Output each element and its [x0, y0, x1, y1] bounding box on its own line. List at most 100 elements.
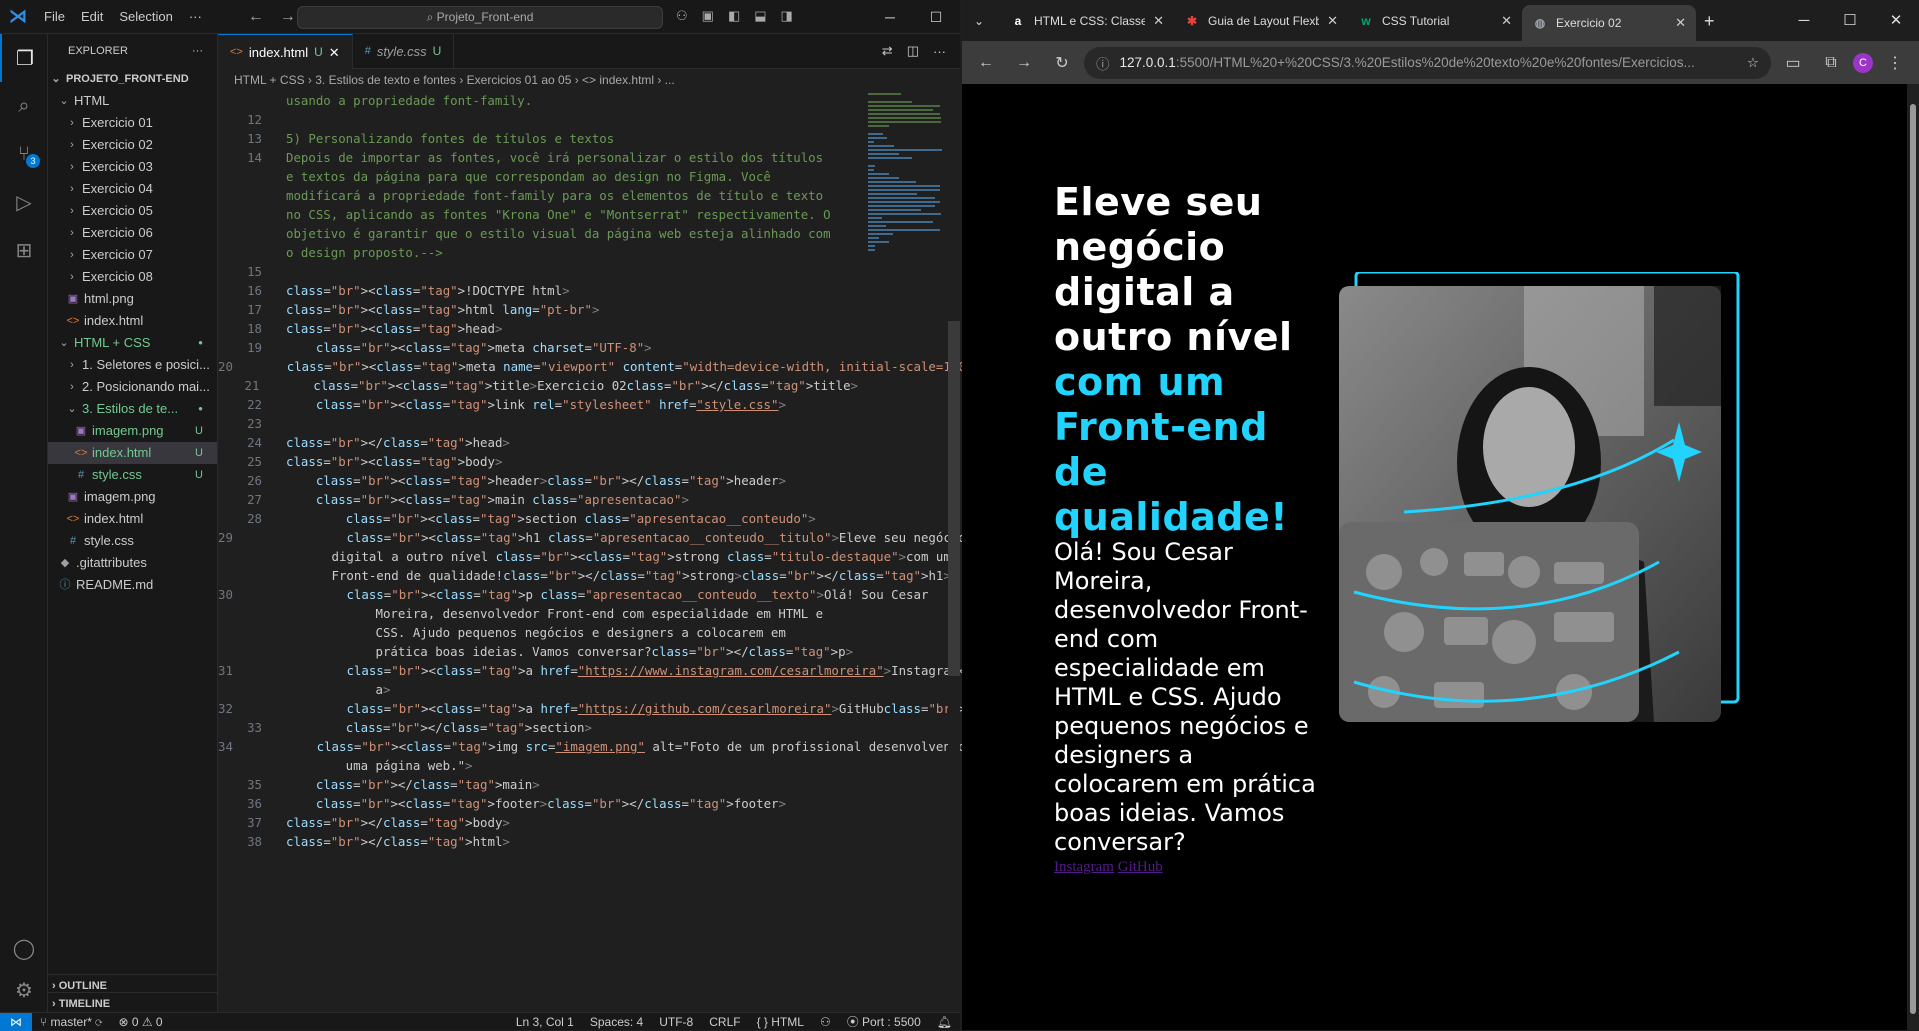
code-line[interactable]: 36 class="br"><class="tag">footer>class=…: [218, 794, 858, 813]
cursor-position[interactable]: Ln 3, Col 1: [508, 1015, 582, 1029]
minimize-icon[interactable]: ─: [867, 0, 913, 34]
code-line[interactable]: no CSS, aplicando as fontes "Krona One" …: [218, 205, 858, 224]
code-line[interactable]: o design proposto.-->: [218, 243, 858, 262]
tab-close-icon[interactable]: ✕: [1501, 13, 1512, 29]
open-changes-icon[interactable]: ⇄: [882, 43, 893, 59]
split-editor-icon[interactable]: ◫: [907, 43, 919, 59]
code-line[interactable]: 31 class="br"><class="tag">a href="https…: [218, 661, 973, 680]
code-line[interactable]: digital a outro nível class="br"><class=…: [218, 547, 951, 566]
tab-close-icon[interactable]: ✕: [1153, 13, 1164, 29]
code-line[interactable]: 16 class="br"><class="tag">!DOCTYPE html>: [218, 281, 858, 300]
browser-tab[interactable]: w CSS Tutorial ✕: [1348, 5, 1522, 37]
tree-item[interactable]: › Exercicio 08: [48, 266, 217, 288]
copilot-icon[interactable]: ⚇: [676, 8, 688, 24]
code-line[interactable]: 26 class="br"><class="tag">header>class=…: [218, 471, 858, 490]
code-line[interactable]: Front-end de qualidade!class="br"></clas…: [218, 566, 951, 585]
code-line[interactable]: 23: [218, 414, 858, 433]
code-line[interactable]: 17 class="br"><class="tag">html lang="pt-…: [218, 300, 858, 319]
browser-maximize-icon[interactable]: ☐: [1827, 0, 1873, 41]
code-line[interactable]: 13 5) Personalizando fontes de títulos e …: [218, 129, 858, 148]
code-line[interactable]: 20 class="br"><class="tag">meta name="vi…: [218, 357, 981, 376]
tree-item[interactable]: ▣ imagem.png: [48, 486, 217, 508]
tree-item[interactable]: ⌄ HTML + CSS ●: [48, 332, 217, 354]
eol-status[interactable]: CRLF: [701, 1015, 748, 1029]
code-line[interactable]: 33 class="br"></class="tag">section>: [218, 718, 858, 737]
code-line[interactable]: modificará a propriedade font-family par…: [218, 186, 858, 205]
browser-back-icon[interactable]: ←: [970, 54, 1002, 72]
tree-item[interactable]: <> index.html: [48, 508, 217, 530]
code-line[interactable]: 25 class="br"><class="tag">body>: [218, 452, 858, 471]
encoding-status[interactable]: UTF-8: [651, 1015, 701, 1029]
tree-item[interactable]: › 1. Seletores e posici...: [48, 354, 217, 376]
tree-item[interactable]: › Exercicio 01: [48, 112, 217, 134]
browser-forward-icon[interactable]: →: [1008, 54, 1040, 72]
browser-menu-icon[interactable]: ⋮: [1879, 53, 1911, 73]
tree-item[interactable]: › Exercicio 03: [48, 156, 217, 178]
browser-minimize-icon[interactable]: ─: [1781, 0, 1827, 41]
reload-icon[interactable]: ↻: [1046, 53, 1078, 73]
notifications-bell-icon[interactable]: 🔔︎: [929, 1015, 960, 1029]
code-line[interactable]: usando a propriedade font-family.: [218, 91, 858, 110]
site-info-icon[interactable]: ⓘ: [1096, 53, 1110, 73]
code-line[interactable]: prática boas ideias. Vamos conversar?cla…: [218, 642, 858, 661]
menu-selection[interactable]: Selection: [111, 9, 180, 24]
toggle-primary-sidebar-icon[interactable]: ◧: [728, 8, 740, 24]
timeline-panel[interactable]: › TIMELINE: [48, 992, 218, 1014]
browser-tab[interactable]: ✱ Guia de Layout Flexbox ✕: [1174, 5, 1348, 37]
code-line[interactable]: 30 class="br"><class="tag">p class="apre…: [218, 585, 928, 604]
back-arrow-icon[interactable]: ←: [240, 8, 272, 26]
browser-tab[interactable]: a HTML e CSS: Classes ✕: [1000, 5, 1174, 37]
cast-icon[interactable]: ▭: [1777, 53, 1809, 73]
code-line[interactable]: 18 class="br"><class="tag">head>: [218, 319, 858, 338]
explorer-icon[interactable]: ❐: [0, 34, 48, 82]
problems-status[interactable]: ⊗ 0 ⚠ 0: [110, 1015, 170, 1029]
code-line[interactable]: CSS. Ajudo pequenos negócios e designers…: [218, 623, 858, 642]
account-icon[interactable]: ◯: [0, 924, 48, 972]
indentation-status[interactable]: Spaces: 4: [582, 1015, 651, 1029]
tree-item[interactable]: ▣ html.png: [48, 288, 217, 310]
page-scrollbar-thumb[interactable]: [1910, 104, 1916, 1014]
tab-index-html[interactable]: <> index.html U ✕: [218, 34, 353, 69]
code-line[interactable]: a>: [218, 680, 858, 699]
code-line[interactable]: 34 class="br"><class="tag">img src="imag…: [218, 737, 966, 756]
tree-item[interactable]: › Exercicio 07: [48, 244, 217, 266]
language-mode[interactable]: { } HTML: [749, 1015, 812, 1029]
branch-status[interactable]: ⑂ master* ⟳: [32, 1015, 110, 1029]
tree-item[interactable]: ⓘ README.md: [48, 574, 217, 596]
more-actions-icon[interactable]: ···: [933, 44, 946, 59]
bookmark-star-icon[interactable]: ☆: [1747, 55, 1759, 71]
live-server-port[interactable]: ⦿ Port : 5500: [839, 1013, 929, 1030]
command-center-search[interactable]: ⌕ Projeto_Front-end: [297, 6, 663, 29]
code-line[interactable]: 29 class="br"><class="tag">h1 class="apr…: [218, 528, 966, 547]
minimap[interactable]: [868, 91, 948, 251]
tree-item[interactable]: › Exercicio 05: [48, 200, 217, 222]
tree-item[interactable]: ⌄ 3. Estilos de te... ●: [48, 398, 217, 420]
tree-item[interactable]: › 2. Posicionando mai...: [48, 376, 217, 398]
code-line[interactable]: 24 class="br"></class="tag">head>: [218, 433, 858, 452]
maximize-icon[interactable]: ☐: [913, 0, 959, 34]
code-line[interactable]: 14 Depois de importar as fontes, você irá…: [218, 148, 858, 167]
tab-search-dropdown-icon[interactable]: ⌄: [968, 5, 1000, 37]
browser-tab[interactable]: ◍ Exercicio 02 ✕: [1522, 5, 1696, 41]
run-debug-icon[interactable]: ▷: [0, 178, 48, 226]
browser-close-icon[interactable]: ✕: [1873, 0, 1919, 41]
code-line[interactable]: Moreira, desenvolvedor Front-end com esp…: [218, 604, 858, 623]
code-line[interactable]: 21 class="br"><class="tag">title>Exercic…: [218, 376, 858, 395]
code-editor[interactable]: usando a propriedade font-family. 12 13 5) …: [218, 91, 1085, 991]
tree-item[interactable]: › Exercicio 02: [48, 134, 217, 156]
editor-scrollbar[interactable]: [948, 91, 960, 991]
tree-item[interactable]: ◆ .gitattributes: [48, 552, 217, 574]
code-line[interactable]: 27 class="br"><class="tag">main class="a…: [218, 490, 858, 509]
github-link[interactable]: GitHub: [1118, 859, 1163, 875]
tree-item[interactable]: ⌄ HTML: [48, 90, 217, 112]
breadcrumb[interactable]: HTML + CSS › 3. Estilos de texto e fonte…: [218, 69, 960, 91]
tree-item[interactable]: <> index.html U: [48, 442, 217, 464]
code-line[interactable]: objetivo é garantir que o estilo visual …: [218, 224, 858, 243]
code-line[interactable]: 28 class="br"><class="tag">section class…: [218, 509, 858, 528]
project-root[interactable]: ⌄ PROJETO_FRONT-END: [48, 68, 217, 90]
code-line[interactable]: 12: [218, 110, 858, 129]
new-tab-icon[interactable]: +: [1696, 5, 1728, 37]
code-line[interactable]: e textos da página para que correspondam…: [218, 167, 858, 186]
code-line[interactable]: 35 class="br"></class="tag">main>: [218, 775, 858, 794]
code-line[interactable]: 15: [218, 262, 858, 281]
